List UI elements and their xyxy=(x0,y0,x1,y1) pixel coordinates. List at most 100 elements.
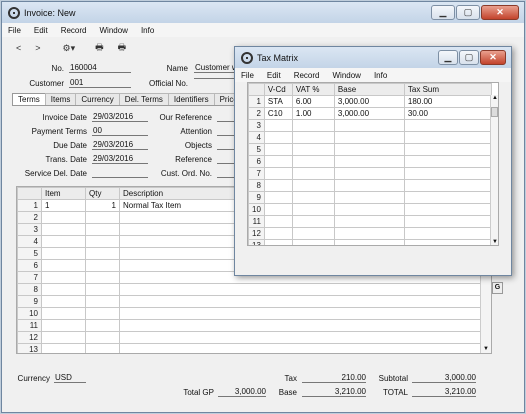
cell-base[interactable] xyxy=(333,155,405,168)
cell-vcd[interactable] xyxy=(263,155,293,168)
cell-vat[interactable] xyxy=(291,215,335,228)
forward-button[interactable]: > xyxy=(35,43,40,53)
scroll-thumb[interactable] xyxy=(491,107,498,117)
table-row[interactable]: 6 xyxy=(248,155,493,168)
cell-qty[interactable] xyxy=(85,331,120,344)
table-row[interactable]: 12 xyxy=(17,331,487,344)
cell-qty[interactable] xyxy=(85,343,120,353)
cell-vcd[interactable] xyxy=(263,179,293,192)
menu-info[interactable]: Info xyxy=(374,71,387,80)
maximize-button[interactable]: ▢ xyxy=(456,5,480,20)
name-field[interactable]: Customer wi xyxy=(194,63,238,73)
cell-base[interactable] xyxy=(333,239,405,245)
minimize-button[interactable]: ▁ xyxy=(438,50,458,65)
table-row[interactable]: 2 C10 1.00 3,000.00 30.00 xyxy=(248,107,493,120)
minimize-button[interactable]: ▁ xyxy=(431,5,455,20)
cell-sum[interactable] xyxy=(403,239,493,245)
tab-terms[interactable]: Terms xyxy=(12,93,46,105)
table-row[interactable]: 7 xyxy=(248,167,493,180)
cell-base[interactable] xyxy=(333,191,405,204)
cell-vat[interactable] xyxy=(291,167,335,180)
cell-vcd[interactable]: STA xyxy=(263,95,293,108)
menu-record[interactable]: Record xyxy=(61,26,87,35)
tax-matrix-titlebar[interactable]: Tax Matrix ▁ ▢ ✕ xyxy=(235,47,511,68)
cell-vat[interactable] xyxy=(291,179,335,192)
cell-vat[interactable] xyxy=(291,203,335,216)
table-row[interactable]: 11 xyxy=(17,319,487,332)
cell-vcd[interactable] xyxy=(263,215,293,228)
cell-qty[interactable] xyxy=(85,307,120,320)
cell-sum[interactable] xyxy=(403,143,493,156)
tab-currency[interactable]: Currency xyxy=(75,93,120,105)
cell-base[interactable] xyxy=(333,167,405,180)
menu-window[interactable]: Window xyxy=(99,26,127,35)
table-row[interactable]: 1 STA 6.00 3,000.00 180.00 xyxy=(248,95,493,108)
cell-vat[interactable] xyxy=(291,191,335,204)
cell-vcd[interactable] xyxy=(263,131,293,144)
table-row[interactable]: 9 xyxy=(248,191,493,204)
table-row[interactable]: 5 xyxy=(248,143,493,156)
cell-item[interactable] xyxy=(41,319,86,332)
cell-item[interactable] xyxy=(41,247,86,260)
table-row[interactable]: 8 xyxy=(17,283,487,296)
cell-vat[interactable] xyxy=(291,143,335,156)
table-row[interactable]: 4 xyxy=(248,131,493,144)
menu-file[interactable]: File xyxy=(241,71,254,80)
cell-base[interactable]: 3,000.00 xyxy=(333,95,405,108)
tax-matrix-scrollbar[interactable]: ▲ ▼ xyxy=(490,95,498,245)
cell-qty[interactable] xyxy=(85,223,120,236)
scroll-down-icon[interactable]: ▼ xyxy=(492,239,498,245)
payment-terms-field[interactable]: 00 xyxy=(92,126,148,136)
menu-edit[interactable]: Edit xyxy=(267,71,281,80)
cell-item[interactable] xyxy=(41,295,86,308)
cell-base[interactable]: 3,000.00 xyxy=(333,107,405,120)
menu-window[interactable]: Window xyxy=(332,71,360,80)
cell-vcd[interactable]: C10 xyxy=(263,107,293,120)
cell-qty[interactable] xyxy=(85,235,120,248)
table-row[interactable]: 13 xyxy=(248,239,493,245)
menu-edit[interactable]: Edit xyxy=(34,26,48,35)
gear-icon[interactable]: ⚙▾ xyxy=(63,43,76,54)
cell-base[interactable] xyxy=(333,227,405,240)
cell-sum[interactable]: 30.00 xyxy=(403,107,493,120)
service-del-date-field[interactable] xyxy=(92,168,148,178)
cell-desc[interactable] xyxy=(119,343,487,353)
close-button[interactable]: ✕ xyxy=(481,5,519,20)
cell-sum[interactable] xyxy=(403,179,493,192)
cell-vcd[interactable] xyxy=(263,227,293,240)
cell-vcd[interactable] xyxy=(263,239,293,245)
no-field[interactable]: 160004 xyxy=(69,63,131,73)
cell-sum[interactable] xyxy=(403,203,493,216)
tab-del-terms[interactable]: Del. Terms xyxy=(118,93,169,105)
cell-sum[interactable] xyxy=(403,191,493,204)
cell-sum[interactable] xyxy=(403,119,493,132)
scroll-down-icon[interactable]: ▼ xyxy=(483,346,489,352)
cell-item[interactable] xyxy=(41,223,86,236)
currency-field[interactable]: USD xyxy=(54,373,86,383)
scroll-up-icon[interactable]: ▲ xyxy=(492,95,498,101)
cell-base[interactable] xyxy=(333,143,405,156)
cell-base[interactable] xyxy=(333,203,405,216)
table-row[interactable]: 12 xyxy=(248,227,493,240)
cell-vcd[interactable] xyxy=(263,143,293,156)
cell-vat[interactable] xyxy=(291,119,335,132)
invoice-date-field[interactable]: 29/03/2016 xyxy=(92,112,148,122)
back-button[interactable]: < xyxy=(16,43,21,53)
cell-item[interactable] xyxy=(41,235,86,248)
cell-item[interactable] xyxy=(41,343,86,353)
cell-base[interactable] xyxy=(333,131,405,144)
cell-qty[interactable] xyxy=(85,211,120,224)
cell-vcd[interactable] xyxy=(263,191,293,204)
cell-sum[interactable] xyxy=(403,215,493,228)
cell-vcd[interactable] xyxy=(263,119,293,132)
cell-qty[interactable] xyxy=(85,247,120,260)
tab-identifiers[interactable]: Identifiers xyxy=(167,93,215,105)
cell-vcd[interactable] xyxy=(263,203,293,216)
customer-field[interactable]: 001 xyxy=(69,78,131,88)
cell-item[interactable]: 1 xyxy=(41,199,86,212)
cell-item[interactable] xyxy=(41,211,86,224)
cell-vat[interactable]: 6.00 xyxy=(291,95,335,108)
g-button[interactable]: G xyxy=(492,282,503,294)
trans-date-field[interactable]: 29/03/2016 xyxy=(92,154,148,164)
menu-file[interactable]: File xyxy=(8,26,21,35)
